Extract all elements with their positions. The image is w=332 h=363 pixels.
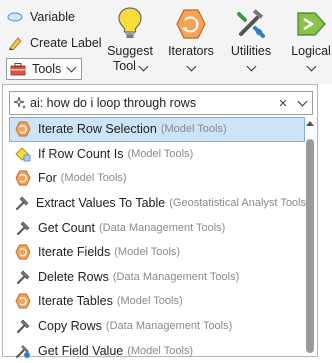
hammer-icon xyxy=(14,318,32,334)
result-tool-name: Get Count xyxy=(38,220,95,235)
logical-icon xyxy=(282,6,332,40)
create-label-button[interactable]: Create Label xyxy=(6,32,106,54)
result-toolbox-name: (Model Tools) xyxy=(116,295,183,308)
if-condition-icon xyxy=(14,146,32,162)
model-iterator-icon xyxy=(14,244,32,260)
utilities-icon xyxy=(222,6,280,40)
insert-group: Variable Create Label Tools xyxy=(6,6,106,84)
result-item[interactable]: Get Field Value (Model Tools) xyxy=(9,338,305,363)
tools-dropdown-panel: × Iterate Row Selection(Model Tools)If R… xyxy=(2,84,318,358)
utilities-button[interactable]: Utilities xyxy=(222,6,280,74)
clear-search-icon[interactable]: × xyxy=(274,95,292,112)
iterators-label: Iterators xyxy=(168,44,214,58)
search-dropdown-button[interactable] xyxy=(292,96,312,107)
model-iterator-icon xyxy=(14,293,32,309)
result-toolbox-name: (Data Management Tools) xyxy=(112,270,240,283)
result-toolbox-name: (Model Tools) xyxy=(160,123,227,136)
ai-sparkle-icon xyxy=(10,96,30,110)
logical-label: Logical xyxy=(291,44,331,58)
iterator-icon xyxy=(162,6,220,40)
logical-button[interactable]: Logical xyxy=(282,6,332,74)
toolbox-icon xyxy=(9,61,26,77)
result-item[interactable]: If Row Count Is (Model Tools) xyxy=(9,142,305,167)
hammer-icon xyxy=(14,269,32,285)
hammer-icon xyxy=(14,220,32,236)
results-scrollbar[interactable] xyxy=(305,119,315,355)
result-tool-name: Iterate Tables xyxy=(38,294,113,309)
tool-search-input[interactable] xyxy=(30,93,274,113)
create-label-label: Create Label xyxy=(30,36,102,50)
result-item[interactable]: Iterate Fields (Model Tools) xyxy=(9,240,305,265)
result-toolbox-name: (Model Tools) xyxy=(60,172,127,185)
result-item[interactable]: Delete Rows (Data Management Tools) xyxy=(9,265,305,290)
search-results-list: Iterate Row Selection (Model Tools) If Row… xyxy=(9,117,310,363)
result-toolbox-name: (Model Tools) xyxy=(127,344,194,357)
suggest-tool-label-2: Tool xyxy=(113,59,136,73)
model-utility-icon xyxy=(14,343,32,359)
result-tool-name: Get Field Value xyxy=(38,343,124,358)
chevron-down-icon xyxy=(66,62,77,72)
scrollbar-thumb[interactable] xyxy=(306,139,314,353)
model-iterator-icon xyxy=(14,121,32,137)
variable-button[interactable]: Variable xyxy=(6,6,106,28)
result-tool-name: Iterate Fields xyxy=(38,245,111,260)
chevron-down-icon xyxy=(138,61,149,72)
tool-search-box: × xyxy=(9,91,313,115)
result-item[interactable]: Copy Rows (Data Management Tools) xyxy=(9,314,305,339)
chevron-down-icon xyxy=(297,96,307,107)
tools-label: Tools xyxy=(32,62,62,76)
chevron-down-icon xyxy=(186,61,196,72)
result-item[interactable]: Get Count (Data Management Tools) xyxy=(9,215,305,240)
result-toolbox-name: (Model Tools) xyxy=(127,147,194,160)
iterators-button[interactable]: Iterators xyxy=(162,6,220,74)
result-item[interactable]: Iterate Row Selection (Model Tools) xyxy=(9,117,305,142)
result-item[interactable]: Iterate Tables (Model Tools) xyxy=(9,289,305,314)
hammer-icon xyxy=(14,195,30,211)
result-toolbox-name: (Data Management Tools) xyxy=(98,221,226,234)
model-iterator-icon xyxy=(14,170,32,186)
result-toolbox-name: (Geostatistical Analyst Tools) xyxy=(169,197,310,210)
suggest-tool-label-1: Suggest xyxy=(107,44,153,58)
chevron-down-icon xyxy=(306,61,316,72)
pencil-icon xyxy=(6,35,24,51)
result-tool-name: Iterate Row Selection xyxy=(38,122,157,137)
variable-label: Variable xyxy=(30,10,75,24)
scroll-up-icon[interactable] xyxy=(306,121,314,126)
result-tool-name: If Row Count Is xyxy=(38,146,124,161)
suggest-tool-button[interactable]: Suggest Tool xyxy=(101,6,159,74)
result-toolbox-name: (Model Tools) xyxy=(114,246,181,259)
modelbuilder-ribbon: Variable Create Label Tools Suggest Tool xyxy=(0,0,332,84)
result-item[interactable]: Extract Values To Table (Geostatistical A… xyxy=(9,191,310,216)
result-item[interactable]: For (Model Tools) xyxy=(9,166,305,191)
lightbulb-icon xyxy=(101,6,159,40)
result-tool-name: Delete Rows xyxy=(38,269,109,284)
result-tool-name: Copy Rows xyxy=(38,319,102,334)
result-toolbox-name: (Data Management Tools) xyxy=(105,320,233,333)
variable-icon xyxy=(6,9,24,25)
tools-dropdown-button[interactable]: Tools xyxy=(6,58,82,80)
chevron-down-icon xyxy=(246,61,256,72)
result-tool-name: Extract Values To Table xyxy=(36,196,166,211)
utilities-label: Utilities xyxy=(230,44,272,58)
result-tool-name: For xyxy=(38,171,57,186)
